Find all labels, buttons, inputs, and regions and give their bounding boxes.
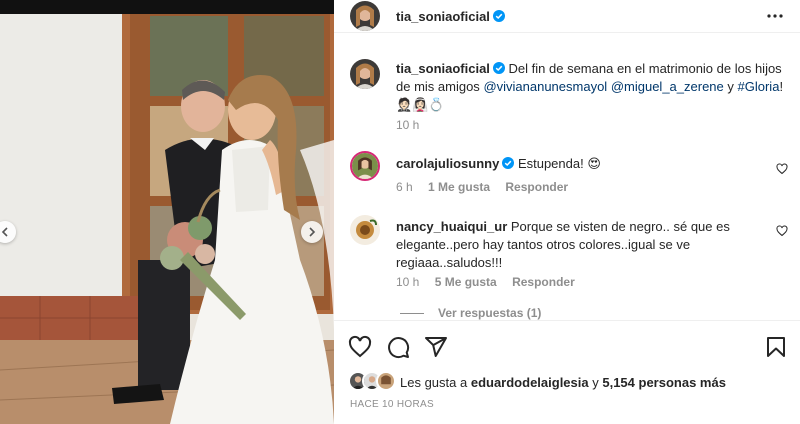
reply-button[interactable]: Responder [505, 180, 568, 194]
next-photo-button[interactable] [301, 221, 323, 243]
comment-meta: 10 h 5 Me gusta Responder [396, 275, 587, 289]
post-timestamp[interactable]: HACE 10 HORAS [350, 399, 434, 410]
liker-username[interactable]: eduardodelaiglesia [471, 375, 589, 390]
caption-conjunction: y [727, 79, 734, 94]
view-replies-button[interactable]: Ver respuestas (1) [400, 306, 541, 320]
hashtag-link[interactable]: #Gloria [738, 79, 780, 94]
reply-button[interactable]: Responder [512, 275, 575, 289]
more-options-icon[interactable] [766, 10, 784, 22]
comment-body: carolajuliosunny Estupenda! 😍 [396, 155, 766, 173]
comment-likes[interactable]: 1 Me gusta [428, 180, 490, 194]
caption-meta: 10 h [396, 118, 431, 132]
likes-summary: Les gusta a eduardodelaiglesia y 5,154 p… [400, 375, 726, 390]
avatar-image [350, 215, 380, 245]
replies-divider [400, 312, 424, 314]
header-user: tia_soniaoficial [396, 9, 505, 24]
like-heart-icon[interactable] [348, 335, 372, 359]
avatar-image [350, 1, 380, 31]
post-photo [0, 0, 334, 424]
verified-badge-icon [492, 10, 505, 22]
like-comment-heart-icon[interactable] [776, 225, 788, 237]
comment-username[interactable]: nancy_huaiqui_ur [396, 219, 507, 234]
post-caption: tia_soniaoficial Del fin de semana en el… [396, 60, 790, 114]
view-replies-label: Ver respuestas (1) [438, 306, 542, 320]
likes-conjunction: y [592, 375, 599, 390]
avatar-image [352, 153, 378, 179]
comment-time[interactable]: 10 h [396, 275, 419, 289]
mention-link[interactable]: @viviananunesmayol [483, 79, 607, 94]
caption-username[interactable]: tia_soniaoficial [396, 61, 490, 76]
caption-author-avatar[interactable] [350, 59, 380, 89]
post-header: tia_soniaoficial [334, 0, 800, 33]
post-actions: Les gusta a eduardodelaiglesia y 5,154 p… [334, 320, 800, 424]
author-avatar[interactable] [350, 1, 380, 31]
verified-badge-icon [502, 157, 515, 169]
wedding-photo-illustration [0, 0, 334, 424]
comment-time[interactable]: 6 h [396, 180, 413, 194]
comment-username[interactable]: carolajuliosunny [396, 156, 499, 171]
comments-list[interactable]: tia_soniaoficial Del fin de semana en el… [334, 34, 800, 320]
like-comment-heart-icon[interactable] [776, 163, 788, 175]
caption-time[interactable]: 10 h [396, 118, 419, 132]
mention-link[interactable]: @miguel_a_zerene [611, 79, 724, 94]
post-details-panel: tia_soniaoficial tia_soniaoficial Del fi… [334, 0, 800, 424]
liker-avatar[interactable] [376, 371, 396, 391]
likes-prefix: Les gusta a [400, 375, 468, 390]
chevron-left-icon [1, 227, 8, 237]
comment-likes[interactable]: 5 Me gusta [435, 275, 497, 289]
avatar-image [378, 373, 394, 389]
comment-text: Estupenda! 😍 [517, 156, 601, 171]
comment-body: nancy_huaiqui_ur Porque se visten de neg… [396, 218, 766, 272]
comment-meta: 6 h 1 Me gusta Responder [396, 180, 580, 194]
chevron-right-icon [309, 227, 316, 237]
header-username[interactable]: tia_soniaoficial [396, 9, 490, 24]
share-paper-plane-icon[interactable] [424, 335, 448, 359]
comment-bubble-icon[interactable] [386, 335, 410, 359]
comment-avatar[interactable] [350, 151, 380, 181]
verified-badge-icon [492, 62, 505, 74]
save-bookmark-icon[interactable] [764, 335, 788, 359]
avatar-image [350, 59, 380, 89]
likes-count-link[interactable]: 5,154 personas más [602, 375, 726, 390]
comment-avatar[interactable] [350, 215, 380, 245]
